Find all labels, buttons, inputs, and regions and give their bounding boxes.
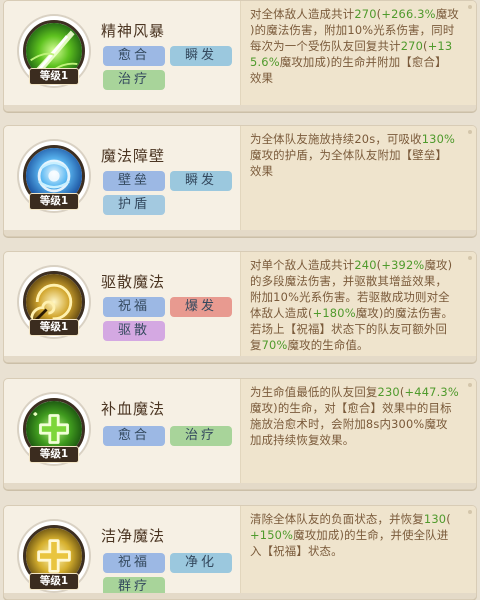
highlight-value: +392% xyxy=(381,258,425,272)
skill-description-panel: 为生命值最低的队友回复230(+447.3% 魔攻)的生命，对【愈合】效果中的目标… xyxy=(240,379,476,485)
skill-name: 精神风暴 xyxy=(101,22,166,40)
tag-heal-over-time: 愈合 xyxy=(103,46,165,66)
highlight-value: 130% xyxy=(421,132,456,146)
level-badge: 等级1 xyxy=(29,319,79,336)
skill-name: 补血魔法 xyxy=(101,400,166,418)
skill-card-2[interactable]: 等级1 魔法障壁 壁垒 瞬发 护盾 为全体队友施放持续20s，可吸收130% 魔攻… xyxy=(3,125,477,237)
corner-ornament xyxy=(468,383,472,387)
skill-description-panel: 清除全体队友的负面状态，并恢复130(+150%魔攻加成)的生命，并使全队进 入【… xyxy=(240,506,476,599)
skill-icon-frame: 等级1 xyxy=(19,267,89,337)
skill-description: 对单个敌人造成共计240(+392%魔攻) 的多段魔法伤害，并驱散其增益效果， 附加… xyxy=(250,258,454,352)
corner-ornament xyxy=(468,130,472,134)
skill-description: 为生命值最低的队友回复230(+447.3% 魔攻)的生命，对【愈合】效果中的目标… xyxy=(250,385,459,447)
highlight-value: +180% xyxy=(312,306,356,320)
skill-icon-frame: 等级1 xyxy=(19,141,89,211)
tag-group-heal: 群疗 xyxy=(103,577,165,597)
tag-burst: 爆发 xyxy=(170,297,232,317)
skill-card-1[interactable]: 等级1 精神风暴 愈合 瞬发 治疗 对全体敌人造成共计270(+266.3%魔攻… xyxy=(3,0,477,112)
corner-ornament xyxy=(468,510,472,514)
tag-healing: 治疗 xyxy=(103,70,165,90)
tag-shield: 护盾 xyxy=(103,195,165,215)
level-badge: 等级1 xyxy=(29,573,79,590)
highlight-value: +150% xyxy=(250,528,294,542)
highlight-value: +266.3% xyxy=(381,7,436,21)
highlight-value: +13 xyxy=(427,39,453,53)
skill-card-3[interactable]: 等级1 驱散魔法 祝福 爆发 驱散 对单个敌人造成共计240(+392%魔攻) 的… xyxy=(3,251,477,363)
skill-description: 清除全体队友的负面状态，并恢复130(+150%魔攻加成)的生命，并使全队进 入【… xyxy=(250,512,451,558)
highlight-value: 240 xyxy=(354,258,377,272)
skill-name: 驱散魔法 xyxy=(101,273,166,291)
highlight-value: +447.3% xyxy=(404,385,459,399)
skill-icon-frame: 等级1 xyxy=(19,521,89,591)
skill-name: 洁净魔法 xyxy=(101,527,166,545)
skill-description: 对全体敌人造成共计270(+266.3%魔攻)的魔法伤害，附加10%光系伤害，同… xyxy=(250,7,459,85)
highlight-value: 5.6% xyxy=(250,55,280,69)
skill-description: 为全体队友施放持续20s，可吸收130% 魔攻的护盾，为全体队友附加【壁垒】 效果 xyxy=(250,132,456,178)
corner-ornament xyxy=(468,5,472,9)
skill-icon-frame: 等级1 xyxy=(19,16,89,86)
tag-instant: 瞬发 xyxy=(170,46,232,66)
skill-icon-frame: 等级1 xyxy=(19,394,89,464)
highlight-value: 270 xyxy=(400,39,424,53)
level-badge: 等级1 xyxy=(29,193,79,210)
skill-card-4[interactable]: 等级1 补血魔法 愈合 治疗 为生命值最低的队友回复230(+447.3% 魔攻)… xyxy=(3,378,477,490)
tag-heal-over-time: 愈合 xyxy=(103,426,165,446)
corner-ornament xyxy=(468,256,472,260)
tag-purify: 净化 xyxy=(170,553,232,573)
highlight-value: 230 xyxy=(377,385,400,399)
tag-barrier: 壁垒 xyxy=(103,171,165,191)
skill-description-panel: 为全体队友施放持续20s，可吸收130% 魔攻的护盾，为全体队友附加【壁垒】 效果 xyxy=(240,126,476,232)
tag-instant: 瞬发 xyxy=(170,171,232,191)
skill-name: 魔法障壁 xyxy=(101,147,166,165)
skill-description-panel: 对全体敌人造成共计270(+266.3%魔攻)的魔法伤害，附加10%光系伤害，同… xyxy=(240,1,476,107)
tag-dispel: 驱散 xyxy=(103,321,165,341)
highlight-value: 70% xyxy=(261,338,288,352)
highlight-value: 130 xyxy=(423,512,447,526)
tag-blessing: 祝福 xyxy=(103,297,165,317)
skill-card-5[interactable]: 等级1 洁净魔法 祝福 净化 群疗 清除全体队友的负面状态，并恢复130(+15… xyxy=(3,505,477,600)
tag-healing: 治疗 xyxy=(170,426,232,446)
highlight-value: 270 xyxy=(354,7,377,21)
skill-description-panel: 对单个敌人造成共计240(+392%魔攻) 的多段魔法伤害，并驱散其增益效果， 附加… xyxy=(240,252,476,358)
level-badge: 等级1 xyxy=(29,68,79,85)
tag-blessing: 祝福 xyxy=(103,553,165,573)
level-badge: 等级1 xyxy=(29,446,79,463)
